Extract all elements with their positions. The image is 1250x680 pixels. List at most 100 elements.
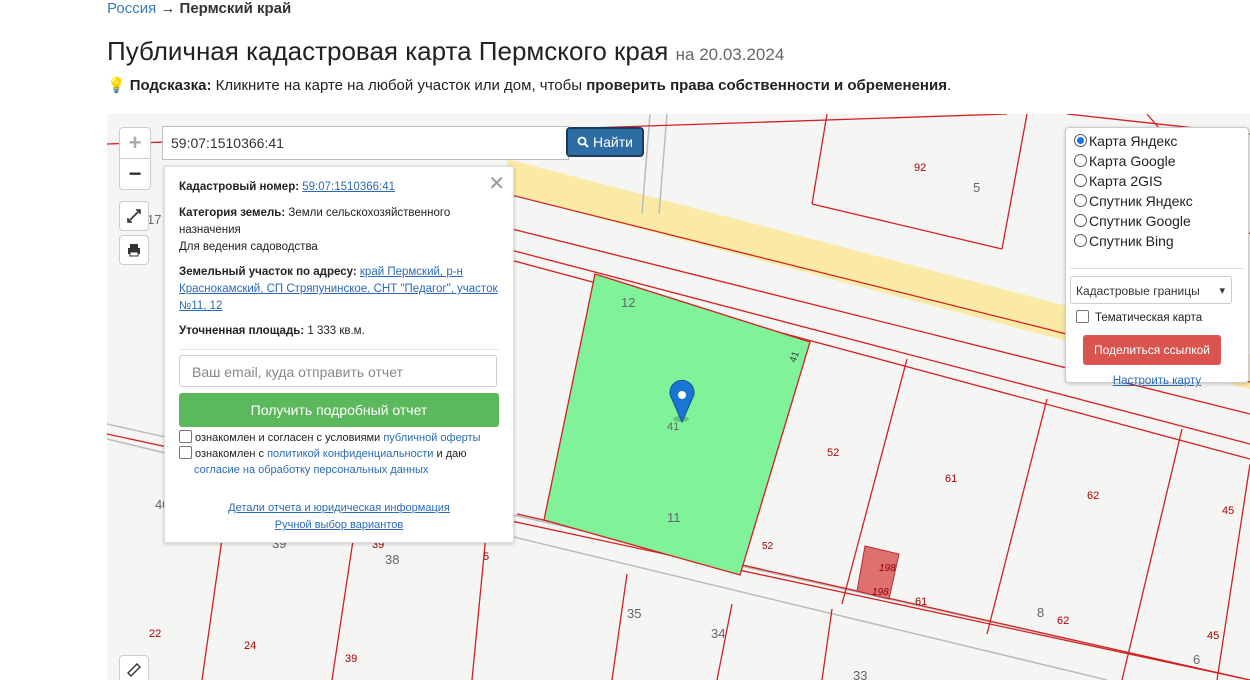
layer-option-2gis-map[interactable]: Карта 2GIS <box>1074 171 1162 191</box>
map-label: 198 <box>879 563 896 574</box>
map-label: 22 <box>149 628 161 640</box>
breadcrumb-arrow: → <box>160 0 176 17</box>
overlay-select[interactable]: Кадастровые границы ▾ <box>1070 276 1232 304</box>
search-icon <box>577 136 589 148</box>
parcel-info-popup: ✕ Кадастровый номер: 59:07:1510366:41 Ка… <box>164 166 514 543</box>
map-label: 92 <box>914 162 926 174</box>
radio[interactable] <box>1074 214 1087 227</box>
layer-option-bing-satellite[interactable]: Спутник Bing <box>1074 231 1174 251</box>
map-label: 45 <box>1222 505 1234 517</box>
zoom-in-button[interactable]: + <box>120 128 150 159</box>
layer-option-yandex-map[interactable]: Карта Яндекс <box>1074 131 1177 151</box>
expand-icon <box>127 209 141 223</box>
layer-label: Карта 2GIS <box>1089 173 1163 189</box>
page-title: Публичная кадастровая карта Пермского кр… <box>107 36 784 67</box>
breadcrumb-current: Пермский край <box>179 0 292 17</box>
hint: 💡 Подсказка: Кликните на карте на любой у… <box>107 76 951 94</box>
land-use: Для ведения садоводства <box>179 241 318 253</box>
address-label: Земельный участок по адресу: <box>179 266 357 278</box>
map-label: 39 <box>345 653 357 665</box>
layer-label: Спутник Google <box>1089 213 1191 229</box>
cadastral-search-input[interactable]: 59:07:1510366:41 <box>162 126 569 160</box>
privacy-mid: и даю <box>436 448 467 460</box>
breadcrumb-root-link[interactable]: Россия <box>107 0 156 17</box>
thematic-label: Тематическая карта <box>1095 312 1203 324</box>
search-button-label: Найти <box>593 134 633 150</box>
map-label: 45 <box>1207 630 1219 642</box>
print-button[interactable] <box>119 235 149 265</box>
road-line <box>658 114 668 215</box>
offer-link[interactable]: публичной оферты <box>383 432 480 444</box>
configure-map-link[interactable]: Настроить карту <box>1066 375 1248 387</box>
cadastral-number-label: Кадастровый номер: <box>179 181 300 193</box>
lightbulb-icon: 💡 <box>107 77 126 94</box>
privacy-link[interactable]: политикой конфиденциальности <box>267 448 433 460</box>
map-label: 52 <box>762 541 774 552</box>
layer-label: Спутник Яндекс <box>1089 193 1193 209</box>
map-label: 5 <box>973 180 980 195</box>
cadastral-number-link[interactable]: 59:07:1510366:41 <box>302 181 395 193</box>
radio[interactable] <box>1074 174 1087 187</box>
privacy-checkbox[interactable] <box>179 446 192 459</box>
map-label: 17 <box>147 212 161 227</box>
hint-bold: проверить права собственности и обремене… <box>586 77 947 94</box>
layer-option-yandex-satellite[interactable]: Спутник Яндекс <box>1074 191 1193 211</box>
map-label: 61 <box>945 473 957 485</box>
manual-selection-link[interactable]: Ручной выбор вариантов <box>165 519 513 531</box>
map-label: 34 <box>711 626 725 641</box>
radio[interactable] <box>1074 234 1087 247</box>
privacy-text: ознакомлен с <box>195 448 265 460</box>
hint-text: Кликните на карте на любой участок или д… <box>215 77 583 94</box>
consent-link[interactable]: согласие на обработку персональных данны… <box>194 462 428 478</box>
land-category-label: Категория земель: <box>179 207 286 219</box>
address-row: Земельный участок по адресу: край Пермск… <box>179 264 499 315</box>
radio[interactable] <box>1074 194 1087 207</box>
email-input[interactable]: Ваш email, куда отправить отчет <box>179 355 497 387</box>
report-details-link[interactable]: Детали отчета и юридическая информация <box>165 502 513 514</box>
map-label: 11 <box>667 510 681 525</box>
breadcrumb: Россия → Пермский край <box>107 0 291 17</box>
map-label: 62 <box>1087 490 1099 502</box>
offer-checkbox[interactable] <box>179 430 192 443</box>
search-button[interactable]: Найти <box>566 127 644 157</box>
area-value: 1 333 кв.м. <box>307 325 365 337</box>
map-label: 198 <box>872 587 889 598</box>
share-link-button[interactable]: Поделиться ссылкой <box>1083 335 1221 365</box>
map-label: 33 <box>853 668 867 680</box>
radio-selected[interactable] <box>1074 134 1087 147</box>
zoom-control: + − <box>119 127 151 190</box>
map-label: 24 <box>244 640 256 652</box>
layer-label: Карта Google <box>1089 153 1176 169</box>
hint-label: Подсказка: <box>129 77 212 94</box>
map-label: 41 <box>667 421 679 433</box>
map-label: 6 <box>1193 652 1200 667</box>
radio[interactable] <box>1074 154 1087 167</box>
chevron-down-icon: ▾ <box>1219 285 1225 297</box>
zoom-out-button[interactable]: − <box>120 159 150 189</box>
layer-option-google-satellite[interactable]: Спутник Google <box>1074 211 1191 231</box>
privacy-agreement: ознакомлен с политикой конфиденциальност… <box>179 446 467 462</box>
ruler-button[interactable] <box>119 655 149 680</box>
map-label: 12 <box>621 295 635 310</box>
map-label: 35 <box>627 606 641 621</box>
offer-text: ознакомлен и согласен с условиями <box>195 432 381 444</box>
map-label: 38 <box>385 552 399 567</box>
cadastral-map[interactable]: 92 5 17 12 41 41 11 52 52 61 62 45 198 1… <box>107 114 1250 680</box>
layer-label: Карта Яндекс <box>1089 133 1178 149</box>
area-label: Уточненная площадь: <box>179 325 305 337</box>
map-label: 5 <box>483 551 489 563</box>
ruler-icon <box>127 663 141 677</box>
land-category-row: Категория земель: Земли сельскохозяйстве… <box>179 205 499 239</box>
get-report-button[interactable]: Получить подробный отчет <box>179 393 499 427</box>
layer-option-google-map[interactable]: Карта Google <box>1074 151 1176 171</box>
map-layers-panel: Карта Яндекс Карта Google Карта 2GIS Спу… <box>1065 127 1249 387</box>
thematic-checkbox[interactable] <box>1076 310 1089 323</box>
thematic-map-toggle[interactable]: Тематическая карта <box>1076 310 1202 324</box>
map-label: 62 <box>1057 615 1069 627</box>
cadastral-number-row: Кадастровый номер: 59:07:1510366:41 <box>179 179 499 196</box>
page-title-date: на 20.03.2024 <box>675 45 785 64</box>
printer-icon <box>128 244 140 257</box>
fullscreen-button[interactable] <box>119 201 149 231</box>
map-label: 52 <box>827 447 839 459</box>
offer-agreement: ознакомлен и согласен с условиями публич… <box>179 430 481 446</box>
